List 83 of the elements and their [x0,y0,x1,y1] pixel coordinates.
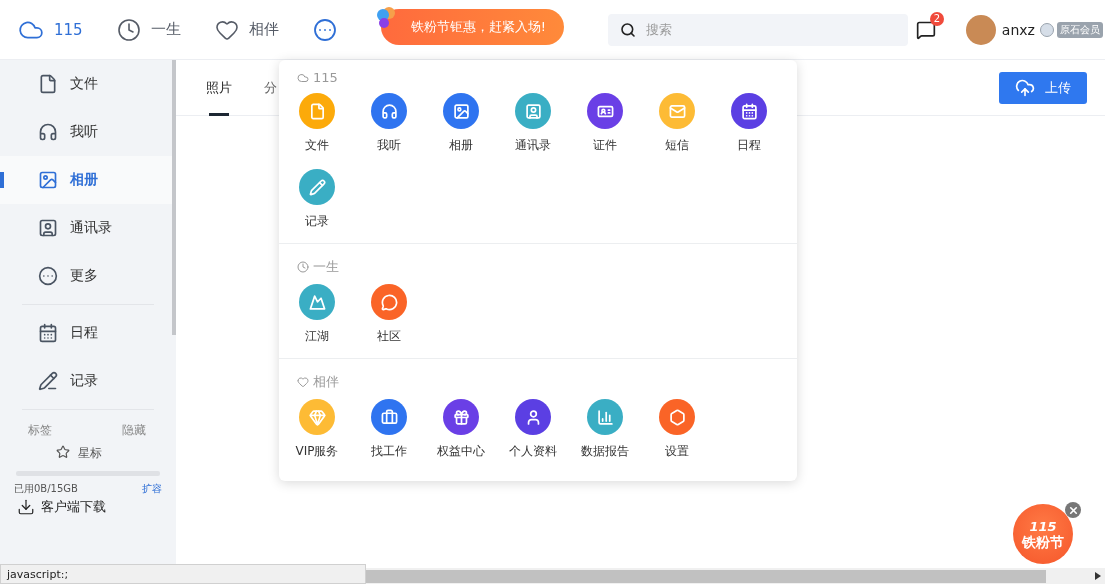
app-item[interactable]: 证件 [569,93,641,163]
app-item[interactable]: 日程 [713,93,785,163]
app-item[interactable]: 个人资料 [497,399,569,469]
clock-icon [116,17,141,42]
starred-link[interactable]: 星标 [0,445,176,459]
close-button[interactable] [1065,502,1081,518]
app-item[interactable]: 通讯录 [497,93,569,163]
pencil-icon [38,371,58,391]
contact-icon [38,218,58,238]
app-item[interactable]: 找工作 [353,399,425,469]
search-field[interactable]: 搜索 [607,13,908,46]
chat-icon [380,293,398,311]
selection-indicator [0,172,4,188]
messages-button[interactable] [915,19,936,40]
more-icon [38,266,58,286]
right-arrow-icon[interactable] [1095,572,1101,580]
gem-icon [308,408,326,426]
file-icon [38,74,58,94]
section-title: 115 [313,70,338,85]
pencil-icon [308,178,326,196]
sidebar-item[interactable]: 记录 [0,357,172,405]
image-icon [38,170,58,190]
app-item[interactable]: 文件 [281,93,353,163]
calendar-icon [38,323,58,343]
status-bar: javascript:; [0,564,366,584]
app-item[interactable]: 数据报告 [569,399,641,469]
tab-underline [209,112,229,116]
contact-icon [524,102,542,120]
heart-icon [297,376,309,388]
app-item[interactable]: VIP服务 [281,399,353,469]
hexagon-icon [668,408,686,426]
app-item[interactable]: 记录 [281,169,353,239]
download-link[interactable]: 客户端下载 [0,496,176,516]
search-icon [619,21,636,38]
sidebar-item[interactable]: 我听 [0,108,172,156]
membership-tag: 原石会员 [1056,21,1103,38]
scrollbar-thumb[interactable] [366,569,1046,583]
nav-link[interactable]: 115 [18,16,83,43]
file-icon [308,102,326,120]
gift-icon [452,408,470,426]
star-icon [56,445,70,459]
section-title: 相伴 [313,373,339,391]
expand-link[interactable]: 扩容 [142,482,162,496]
calendar-icon [740,102,758,120]
upload-icon [1015,77,1035,98]
member-icon [1039,22,1054,37]
app-item[interactable]: 社区 [353,284,425,354]
horizontal-scrollbar[interactable] [366,568,1105,584]
nav-link[interactable]: 相伴 [214,17,279,42]
user-name: anxz [1001,21,1035,38]
app-item[interactable]: 江湖 [281,284,353,354]
mail-icon [668,102,686,120]
avatar[interactable] [965,14,996,45]
sidebar-item[interactable]: 更多 [0,252,172,300]
tab[interactable]: 分 [264,59,277,116]
bar-chart-icon [596,408,614,426]
clock-icon [297,261,309,273]
image-icon [452,102,470,120]
app-item[interactable]: 设置 [641,399,713,469]
scrollbar-thumb[interactable] [172,60,176,335]
app-item[interactable]: 相册 [425,93,497,163]
sidebar-item[interactable]: 文件 [0,60,172,108]
sidebar-item[interactable]: 日程 [0,309,172,357]
tab[interactable]: 照片 [206,59,232,116]
sidebar-item[interactable]: 相册 [0,156,172,204]
upload-button[interactable]: 上传 [999,71,1087,104]
sidebar-item[interactable]: 通讯录 [0,204,172,252]
nav-link[interactable]: 一生 [116,17,181,42]
mountain-icon [308,293,326,311]
app-item[interactable]: 我听 [353,93,425,163]
headphones-icon [380,102,398,120]
more-button[interactable] [312,17,337,42]
app-item[interactable]: 短信 [641,93,713,163]
briefcase-icon [380,408,398,426]
cloud-icon [297,71,309,84]
notification-badge: 2 [929,11,944,26]
more-icon [312,17,337,42]
headphones-icon [38,122,58,142]
app-item[interactable]: 权益中心 [425,399,497,469]
download-icon [17,498,35,516]
chat-icon [915,19,936,40]
close-icon [1067,504,1079,516]
storage-used: 已用0B/15GB [14,482,78,496]
